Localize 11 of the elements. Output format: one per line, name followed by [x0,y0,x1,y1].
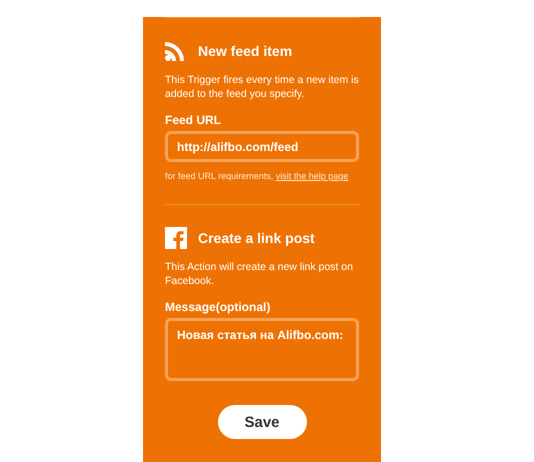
description-text: This Trigger fires every time a new item is added to the feed you specify. [165,73,359,101]
section-title: New feed item [198,43,292,59]
help-text: for feed URL requirements, visit the help page [165,171,350,182]
rss-icon [165,41,187,61]
facebook-icon [165,227,187,249]
field-label: Feed URL [165,113,222,127]
description-text: This Action will create a new link post on Facebook. [165,260,354,288]
save-button[interactable]: Save [218,405,306,439]
section-title: Create a link post [198,230,315,246]
field-label: Message(optional) [165,300,272,314]
help-link[interactable]: visit the help page [276,171,348,181]
